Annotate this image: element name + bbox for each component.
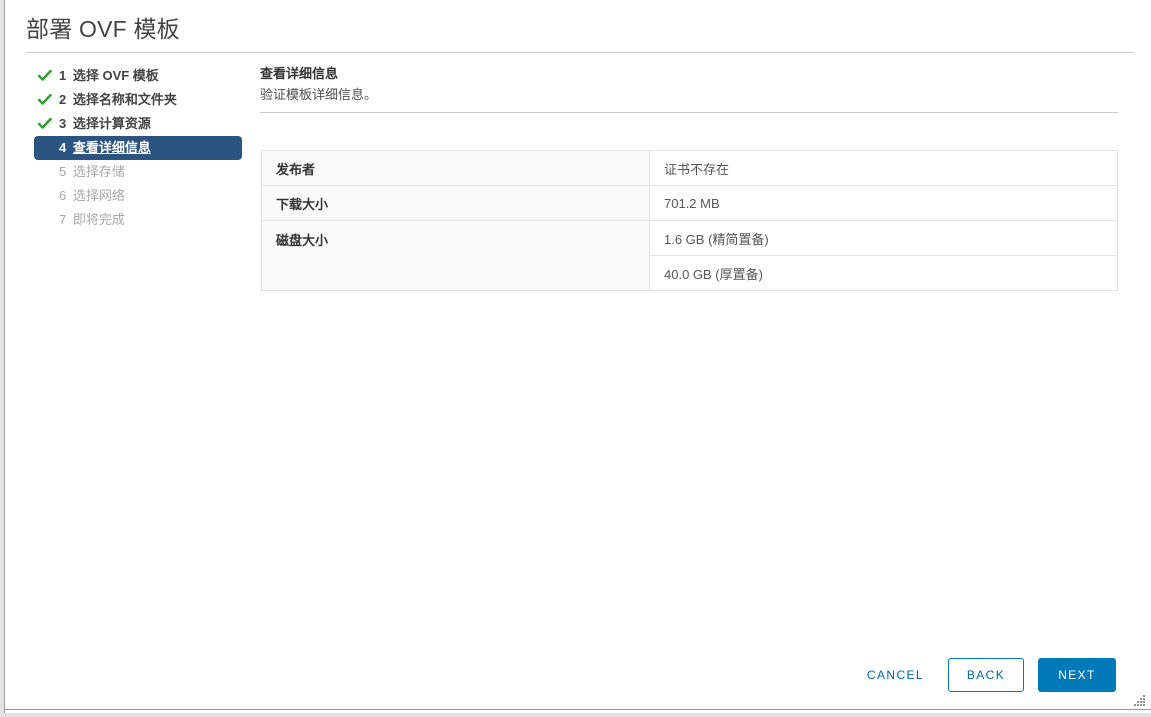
sidebar-item-select-networks[interactable]: 6 选择网络 bbox=[34, 184, 256, 208]
sidebar-item-select-storage[interactable]: 5 选择存储 bbox=[34, 160, 256, 184]
step-label: 查看详细信息 bbox=[72, 140, 151, 155]
dialog-header: 部署 OVF 模板 bbox=[26, 14, 1134, 44]
detail-key-disk-size: 磁盘大小 bbox=[261, 220, 650, 291]
table-row: 磁盘大小 1.6 GB (精简置备) bbox=[261, 220, 1118, 291]
step-label: 选择计算资源 bbox=[72, 116, 151, 131]
step-number: 6 bbox=[59, 188, 67, 203]
table-row: 发布者 证书不存在 bbox=[261, 150, 1118, 186]
content-heading: 查看详细信息 bbox=[260, 66, 339, 81]
content-divider bbox=[260, 112, 1118, 113]
content-subheading: 验证模板详细信息。 bbox=[260, 87, 378, 102]
detail-value-publisher: 证书不存在 bbox=[649, 150, 1118, 186]
footer-actions: CANCEL BACK NEXT bbox=[857, 658, 1116, 692]
content-header: 查看详细信息 验证模板详细信息。 bbox=[260, 64, 1120, 113]
dialog-footer: CANCEL BACK NEXT bbox=[4, 649, 1151, 709]
wizard-steps: 1 选择 OVF 模板 2 选择名称和文件夹 3 选择计算资源 4 查看详细信息… bbox=[34, 64, 256, 232]
deploy-ovf-template-dialog: 部署 OVF 模板 1 选择 OVF 模板 2 选择名称和文件夹 3 选择计算资… bbox=[0, 0, 1151, 717]
resize-grip-handle[interactable] bbox=[1133, 694, 1146, 707]
step-number: 1 bbox=[59, 68, 67, 83]
step-label: 选择网络 bbox=[72, 188, 125, 203]
step-label: 即将完成 bbox=[72, 212, 125, 227]
step-number: 3 bbox=[59, 116, 67, 131]
detail-value-disk-size-thick: 40.0 GB (厚置备) bbox=[649, 255, 1118, 291]
step-number: 2 bbox=[59, 92, 67, 107]
check-icon bbox=[38, 88, 52, 112]
sidebar-item-select-ovf-template[interactable]: 1 选择 OVF 模板 bbox=[34, 64, 256, 88]
check-icon bbox=[38, 64, 52, 88]
check-icon bbox=[38, 112, 52, 136]
title-divider bbox=[26, 52, 1134, 53]
back-button[interactable]: BACK bbox=[948, 658, 1024, 692]
sidebar-item-review-details[interactable]: 4 查看详细信息 bbox=[34, 136, 242, 160]
sidebar-item-ready-to-complete[interactable]: 7 即将完成 bbox=[34, 208, 256, 232]
page-title: 部署 OVF 模板 bbox=[26, 16, 180, 42]
table-row: 下载大小 701.2 MB bbox=[261, 185, 1118, 221]
sidebar-item-select-compute-resource[interactable]: 3 选择计算资源 bbox=[34, 112, 256, 136]
detail-key-download-size: 下载大小 bbox=[261, 185, 650, 221]
sidebar-item-select-name-and-folder[interactable]: 2 选择名称和文件夹 bbox=[34, 88, 256, 112]
detail-value-disk-size-thin: 1.6 GB (精简置备) bbox=[649, 220, 1118, 256]
step-label: 选择存储 bbox=[72, 164, 125, 179]
detail-value-download-size: 701.2 MB bbox=[649, 185, 1118, 221]
step-number: 4 bbox=[59, 140, 67, 155]
detail-key-publisher: 发布者 bbox=[261, 150, 650, 186]
step-number: 7 bbox=[59, 212, 67, 227]
step-number: 5 bbox=[59, 164, 67, 179]
step-label: 选择名称和文件夹 bbox=[72, 92, 177, 107]
step-label: 选择 OVF 模板 bbox=[72, 68, 159, 83]
cancel-button[interactable]: CANCEL bbox=[857, 658, 934, 692]
template-details-table: 发布者 证书不存在 下载大小 701.2 MB 磁盘大小 1.6 GB (精简置… bbox=[261, 150, 1118, 291]
next-button[interactable]: NEXT bbox=[1038, 658, 1116, 692]
